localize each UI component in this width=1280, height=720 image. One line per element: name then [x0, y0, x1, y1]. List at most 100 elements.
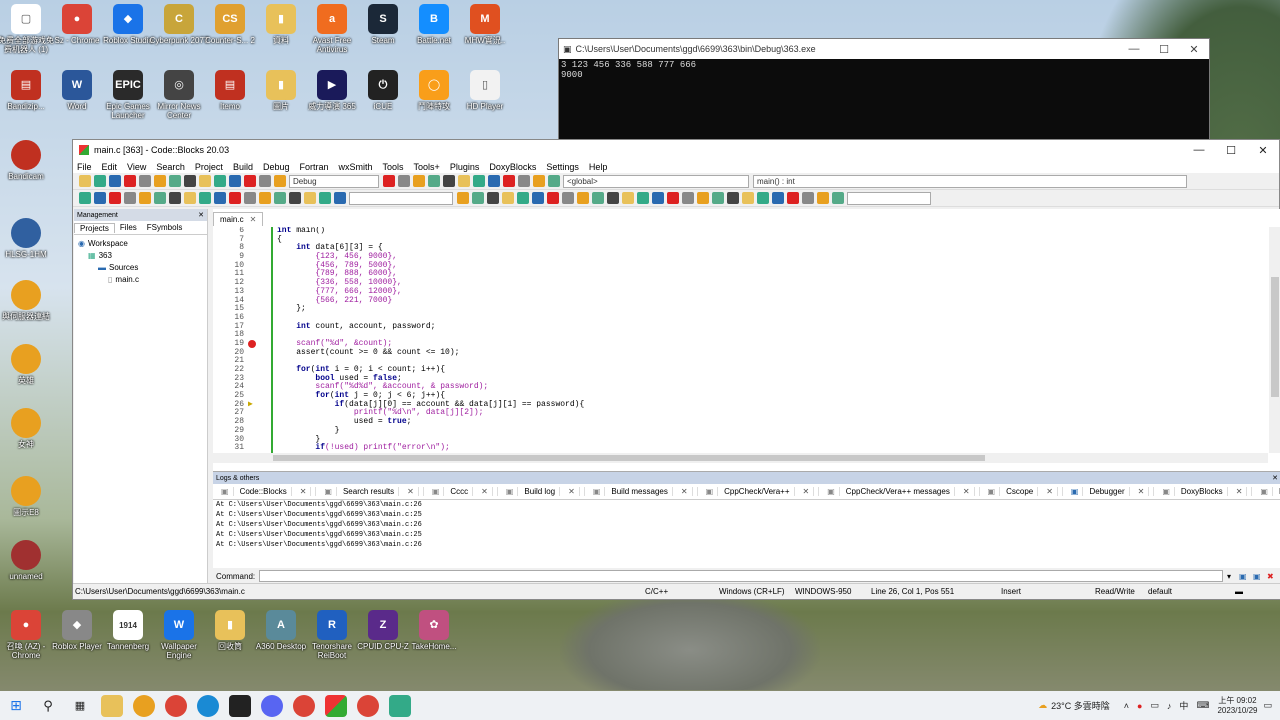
debug-toolbar-button[interactable]: [428, 175, 440, 187]
gutter[interactable]: [246, 297, 260, 306]
toolbar-button[interactable]: [199, 192, 211, 204]
gutter[interactable]: [246, 279, 260, 288]
task-view-icon[interactable]: ▦: [69, 695, 91, 717]
menu-help[interactable]: Help: [589, 162, 608, 172]
toolbar-button[interactable]: [817, 192, 829, 204]
toolbar-button[interactable]: [532, 192, 544, 204]
toolbar-button[interactable]: [742, 192, 754, 204]
gutter[interactable]: [246, 357, 260, 366]
toolbar-button[interactable]: [214, 175, 226, 187]
input-icon[interactable]: ⌨: [1196, 700, 1209, 711]
log-tab[interactable]: ▣ Build messages ✕: [585, 487, 698, 496]
toolbar-button[interactable]: [727, 192, 739, 204]
toolbar-button[interactable]: [667, 192, 679, 204]
debug-toolbar-button[interactable]: [443, 175, 455, 187]
debug-toolbar-button[interactable]: [548, 175, 560, 187]
close-icon[interactable]: ✕: [198, 211, 204, 219]
close-button[interactable]: ✕: [1247, 144, 1279, 157]
clear-icon[interactable]: ✖: [1267, 572, 1280, 581]
notification-icon[interactable]: ▭: [1263, 700, 1272, 711]
tree-item[interactable]: ▦ 363: [74, 249, 207, 261]
record-icon[interactable]: ●: [1137, 701, 1142, 711]
toolbar-button[interactable]: [289, 192, 301, 204]
toolbar-button[interactable]: [517, 192, 529, 204]
log-tab[interactable]: ▣ Cscope ✕: [980, 487, 1063, 496]
toolbar-button[interactable]: [637, 192, 649, 204]
toolbar-button[interactable]: [487, 192, 499, 204]
toolbar-button[interactable]: [319, 192, 331, 204]
close-icon[interactable]: ✕: [1042, 487, 1058, 496]
log-tab[interactable]: ▣ DoxyBlocks ✕: [1154, 487, 1253, 496]
file-explorer-icon[interactable]: [101, 694, 123, 717]
menu-view[interactable]: View: [127, 162, 146, 172]
tree-item[interactable]: ▯ main.c: [74, 273, 207, 285]
chrome-icon[interactable]: [357, 694, 379, 717]
toolbar-button[interactable]: [457, 192, 469, 204]
editor-area[interactable]: main.c ✕ 6 int main() 7{8 int data[6][3] =…: [213, 209, 1280, 471]
ide-titlebar[interactable]: main.c [363] - Code::Blocks 20.03 — ☐ ✕: [73, 140, 1279, 160]
gutter[interactable]: [246, 323, 260, 332]
desktop-icon[interactable]: unnamed: [0, 540, 56, 581]
desktop-icon[interactable]: 女神: [0, 408, 56, 449]
build-target-select[interactable]: Debug: [289, 174, 379, 188]
tree-item[interactable]: ◉ Workspace: [74, 237, 207, 249]
desktop-icon[interactable]: 圖示E8: [0, 476, 56, 517]
toolbar-button[interactable]: [832, 192, 844, 204]
gutter[interactable]: [246, 366, 260, 375]
close-icon[interactable]: ✕: [250, 215, 257, 224]
cursor-icon[interactable]: [229, 694, 251, 717]
console-window[interactable]: ▣ C:\Users\User\Documents\ggd\6699\363\b…: [558, 38, 1210, 140]
toolbar-button[interactable]: [274, 175, 286, 187]
scope-select[interactable]: <global>: [563, 174, 749, 188]
network-icon[interactable]: ▭: [1150, 700, 1159, 711]
debug-toolbar-button[interactable]: [413, 175, 425, 187]
tab-main-c[interactable]: main.c ✕: [213, 212, 264, 226]
gutter[interactable]: [246, 349, 260, 358]
log-tab[interactable]: ▣Fortran info✕: [1252, 487, 1280, 496]
log-tab[interactable]: ▣ Cccc ✕: [424, 487, 498, 496]
log-tab[interactable]: ▣ Debugger ✕: [1062, 487, 1155, 496]
gutter[interactable]: [246, 375, 260, 384]
menu-file[interactable]: File: [77, 162, 92, 172]
close-icon[interactable]: ✕: [564, 487, 580, 496]
gutter[interactable]: ▶: [246, 400, 260, 410]
close-icon[interactable]: ✕: [1134, 487, 1150, 496]
desktop-icon[interactable]: 與伺服器連結: [0, 280, 56, 321]
chevron-up-icon[interactable]: ˄: [1124, 701, 1129, 711]
toolbar-button[interactable]: [244, 192, 256, 204]
app-icon[interactable]: [133, 694, 155, 717]
close-icon[interactable]: ✕: [959, 487, 975, 496]
debug-toolbar-button[interactable]: [518, 175, 530, 187]
toolbar-button[interactable]: [274, 192, 286, 204]
close-icon[interactable]: ✕: [677, 487, 693, 496]
toolbar-button[interactable]: [244, 175, 256, 187]
menu-project[interactable]: Project: [195, 162, 223, 172]
toolbar-button[interactable]: [109, 192, 121, 204]
close-icon[interactable]: ✕: [403, 487, 419, 496]
toolbar-button[interactable]: [169, 175, 181, 187]
maximize-button[interactable]: ☐: [1215, 144, 1247, 157]
desktop-icon[interactable]: ✿ TakeHome...: [404, 610, 464, 651]
toolbar-button[interactable]: [577, 192, 589, 204]
gutter[interactable]: [246, 339, 260, 349]
send-icon[interactable]: ▣: [1239, 572, 1253, 581]
tree-item[interactable]: ▬ Sources: [74, 261, 207, 273]
debug-toolbar-button[interactable]: [398, 175, 410, 187]
toolbar-button[interactable]: [592, 192, 604, 204]
menu-fortran[interactable]: Fortran: [299, 162, 328, 172]
toolbar-button[interactable]: [802, 192, 814, 204]
code-editor[interactable]: 6 int main() 7{8 int data[6][3] = {9 {123,…: [213, 227, 1268, 453]
toolbar-button[interactable]: [547, 192, 559, 204]
desktop-icon[interactable]: HLSG-1HM: [0, 218, 56, 259]
desktop-icon[interactable]: Bandicam: [0, 140, 56, 181]
codeblocks-window[interactable]: main.c [363] - Code::Blocks 20.03 — ☐ ✕ …: [72, 139, 1280, 600]
start-icon[interactable]: ⊞: [5, 695, 27, 717]
debug-toolbar-button[interactable]: [503, 175, 515, 187]
toolbar-button[interactable]: [124, 192, 136, 204]
dropdown-icon[interactable]: ▾: [1227, 572, 1239, 581]
menu-search[interactable]: Search: [156, 162, 185, 172]
desktop-icon[interactable]: ▯ HD Player: [455, 70, 515, 111]
weather-icon[interactable]: ☁: [1038, 700, 1047, 711]
debug-toolbar-button[interactable]: [488, 175, 500, 187]
find-select[interactable]: [847, 191, 931, 205]
